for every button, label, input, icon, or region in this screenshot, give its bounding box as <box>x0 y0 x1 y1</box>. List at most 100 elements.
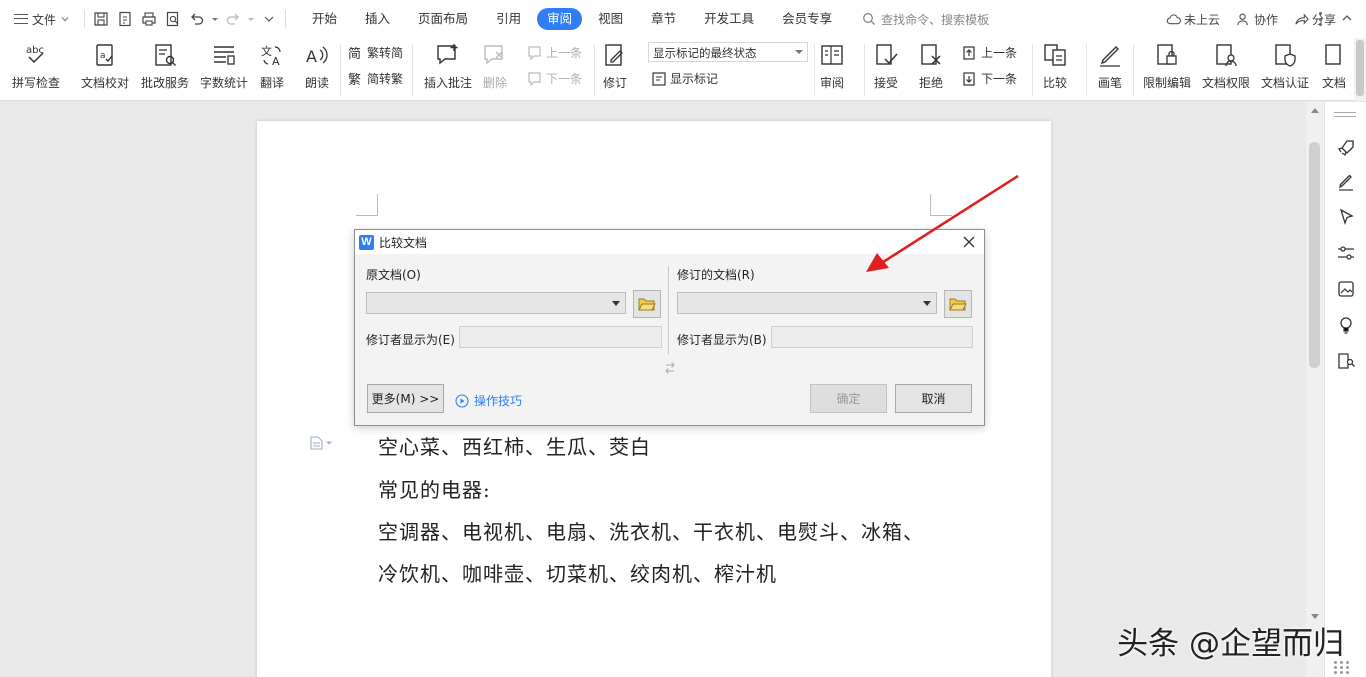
ok-button[interactable]: 确定 <box>810 384 887 413</box>
cloud-status-button[interactable]: 未上云 <box>1166 11 1220 28</box>
image-icon[interactable] <box>1336 279 1356 299</box>
delete-comment-icon <box>484 45 503 65</box>
swap-icon[interactable] <box>664 361 676 375</box>
correction-service-icon <box>155 44 176 66</box>
undo-dropdown-icon[interactable] <box>211 15 219 23</box>
print-preview-icon[interactable] <box>163 9 183 29</box>
next-comment-icon <box>528 71 541 86</box>
markup-state-select[interactable]: 显示标记的最终状态 <box>648 42 808 62</box>
scroll-up-icon[interactable] <box>1311 108 1319 113</box>
tab-4[interactable]: 审阅 <box>537 8 583 30</box>
insert-comment-button[interactable]: 插入批注 <box>424 42 472 91</box>
browse-original-button[interactable] <box>633 290 661 318</box>
tab-7[interactable]: 开发工具 <box>692 8 766 30</box>
tips-link[interactable]: 操作技巧 <box>455 392 522 409</box>
undo-icon[interactable] <box>187 9 207 29</box>
doc-cert-button[interactable]: 文档认证 <box>1261 42 1309 91</box>
ribbon-scrollbar[interactable] <box>1354 38 1366 101</box>
doc-proof-button[interactable]: a 文档校对 <box>81 42 129 91</box>
ribbon-scroll-thumb[interactable] <box>1356 40 1364 96</box>
prev-comment-label: 上一条 <box>546 46 583 60</box>
show-markup-button[interactable]: 显示标记 <box>651 70 718 87</box>
more-options-icon[interactable] <box>1319 12 1322 26</box>
sliders-icon[interactable] <box>1336 243 1356 263</box>
chevron-down-icon <box>326 441 332 445</box>
dialog-divider <box>668 266 669 354</box>
paragraph-handle[interactable] <box>310 436 332 450</box>
compare-button[interactable]: 比较 <box>1042 42 1068 91</box>
separator <box>1032 44 1033 96</box>
pen-button[interactable]: 画笔 <box>1097 42 1123 91</box>
tab-5[interactable]: 视图 <box>586 8 635 30</box>
original-doc-select[interactable] <box>366 292 626 314</box>
track-changes-icon <box>605 44 623 66</box>
export-pdf-icon[interactable] <box>115 9 135 29</box>
restrict-edit-icon <box>1157 44 1177 65</box>
tab-1[interactable]: 插入 <box>353 8 402 30</box>
more-button[interactable]: 更多(M) >> <box>367 384 444 413</box>
track-changes-button[interactable]: 修订 <box>602 42 628 91</box>
correction-service-button[interactable]: 批改服务 <box>141 42 189 91</box>
file-menu[interactable]: 文件 <box>0 11 78 28</box>
tab-6[interactable]: 章节 <box>639 8 688 30</box>
trad-to-simp-label: 繁转简 <box>367 46 404 60</box>
separator <box>84 10 86 28</box>
review-pane-button[interactable]: 审阅 <box>819 42 845 91</box>
share-button[interactable]: 分享 <box>1294 11 1336 28</box>
trad-to-simp-button[interactable]: 简 繁转简 <box>348 44 403 61</box>
chevron-down-icon <box>61 17 69 22</box>
next-change-button[interactable]: 下一条 <box>962 70 1017 87</box>
original-author-label: 修订者显示为(E) <box>366 333 455 347</box>
dialog-title-bar: W 比较文档 <box>355 230 984 254</box>
spellcheck-button[interactable]: abc 拼写检查 <box>12 42 60 91</box>
next-comment-button[interactable]: 下一条 <box>527 70 582 87</box>
watermark: 头条 @企望而归 <box>1117 626 1344 662</box>
hamburger-icon <box>14 14 28 24</box>
tab-8[interactable]: 会员专享 <box>770 8 844 30</box>
cursor-icon[interactable] <box>1336 207 1356 227</box>
redo-icon[interactable] <box>223 9 243 29</box>
tab-0[interactable]: 开始 <box>300 8 349 30</box>
collapse-ribbon-icon[interactable] <box>1340 11 1354 25</box>
word-count-button[interactable]: 字数统计 <box>200 42 248 91</box>
reject-button[interactable]: 拒绝 <box>918 42 944 91</box>
save-icon[interactable] <box>91 9 111 29</box>
tab-2[interactable]: 页面布局 <box>406 8 480 30</box>
markup-state-value: 显示标记的最终状态 <box>653 46 757 60</box>
close-icon[interactable] <box>962 235 976 249</box>
redo-dropdown-icon[interactable] <box>247 15 255 23</box>
rocket-icon[interactable] <box>1336 138 1356 158</box>
collaborate-button[interactable]: 协作 <box>1236 11 1278 28</box>
doc-permission-button[interactable]: 文档权限 <box>1202 42 1250 91</box>
scroll-thumb[interactable] <box>1309 142 1320 368</box>
play-circle-icon <box>455 393 469 408</box>
doc-extra-button[interactable]: 文档 <box>1322 42 1354 91</box>
command-search[interactable]: 查找命令、搜索模板 <box>862 11 989 28</box>
tab-3[interactable]: 引用 <box>484 8 533 30</box>
translate-label: 翻译 <box>259 76 284 90</box>
accept-button[interactable]: 接受 <box>873 42 899 91</box>
restrict-edit-label: 限制编辑 <box>1143 76 1192 90</box>
prev-change-button[interactable]: 上一条 <box>962 44 1017 61</box>
cancel-button[interactable]: 取消 <box>895 384 972 413</box>
browse-revised-button[interactable] <box>944 290 972 318</box>
lightbulb-icon[interactable] <box>1336 315 1356 335</box>
read-aloud-button[interactable]: A 朗读 <box>304 42 330 91</box>
word-count-icon <box>214 46 235 65</box>
original-author-field[interactable] <box>459 326 662 348</box>
print-icon[interactable] <box>139 9 159 29</box>
prev-change-label: 上一条 <box>981 46 1018 60</box>
revised-author-field[interactable] <box>771 326 973 348</box>
document-scrollbar[interactable] <box>1306 102 1324 677</box>
pen-icon[interactable] <box>1336 172 1356 192</box>
trad-to-simp-icon: 简 <box>348 46 361 61</box>
prev-comment-button[interactable]: 上一条 <box>527 44 582 61</box>
customize-toolbar-icon[interactable] <box>259 9 279 29</box>
restrict-edit-button[interactable]: 限制编辑 <box>1143 42 1191 91</box>
delete-comment-button[interactable]: 删除 <box>482 42 508 91</box>
translate-button[interactable]: 文A 翻译 <box>259 42 285 91</box>
revised-doc-select[interactable] <box>677 292 937 314</box>
simp-to-trad-button[interactable]: 繁 简转繁 <box>348 70 403 87</box>
book-search-icon[interactable] <box>1336 351 1356 371</box>
search-icon <box>863 13 876 25</box>
